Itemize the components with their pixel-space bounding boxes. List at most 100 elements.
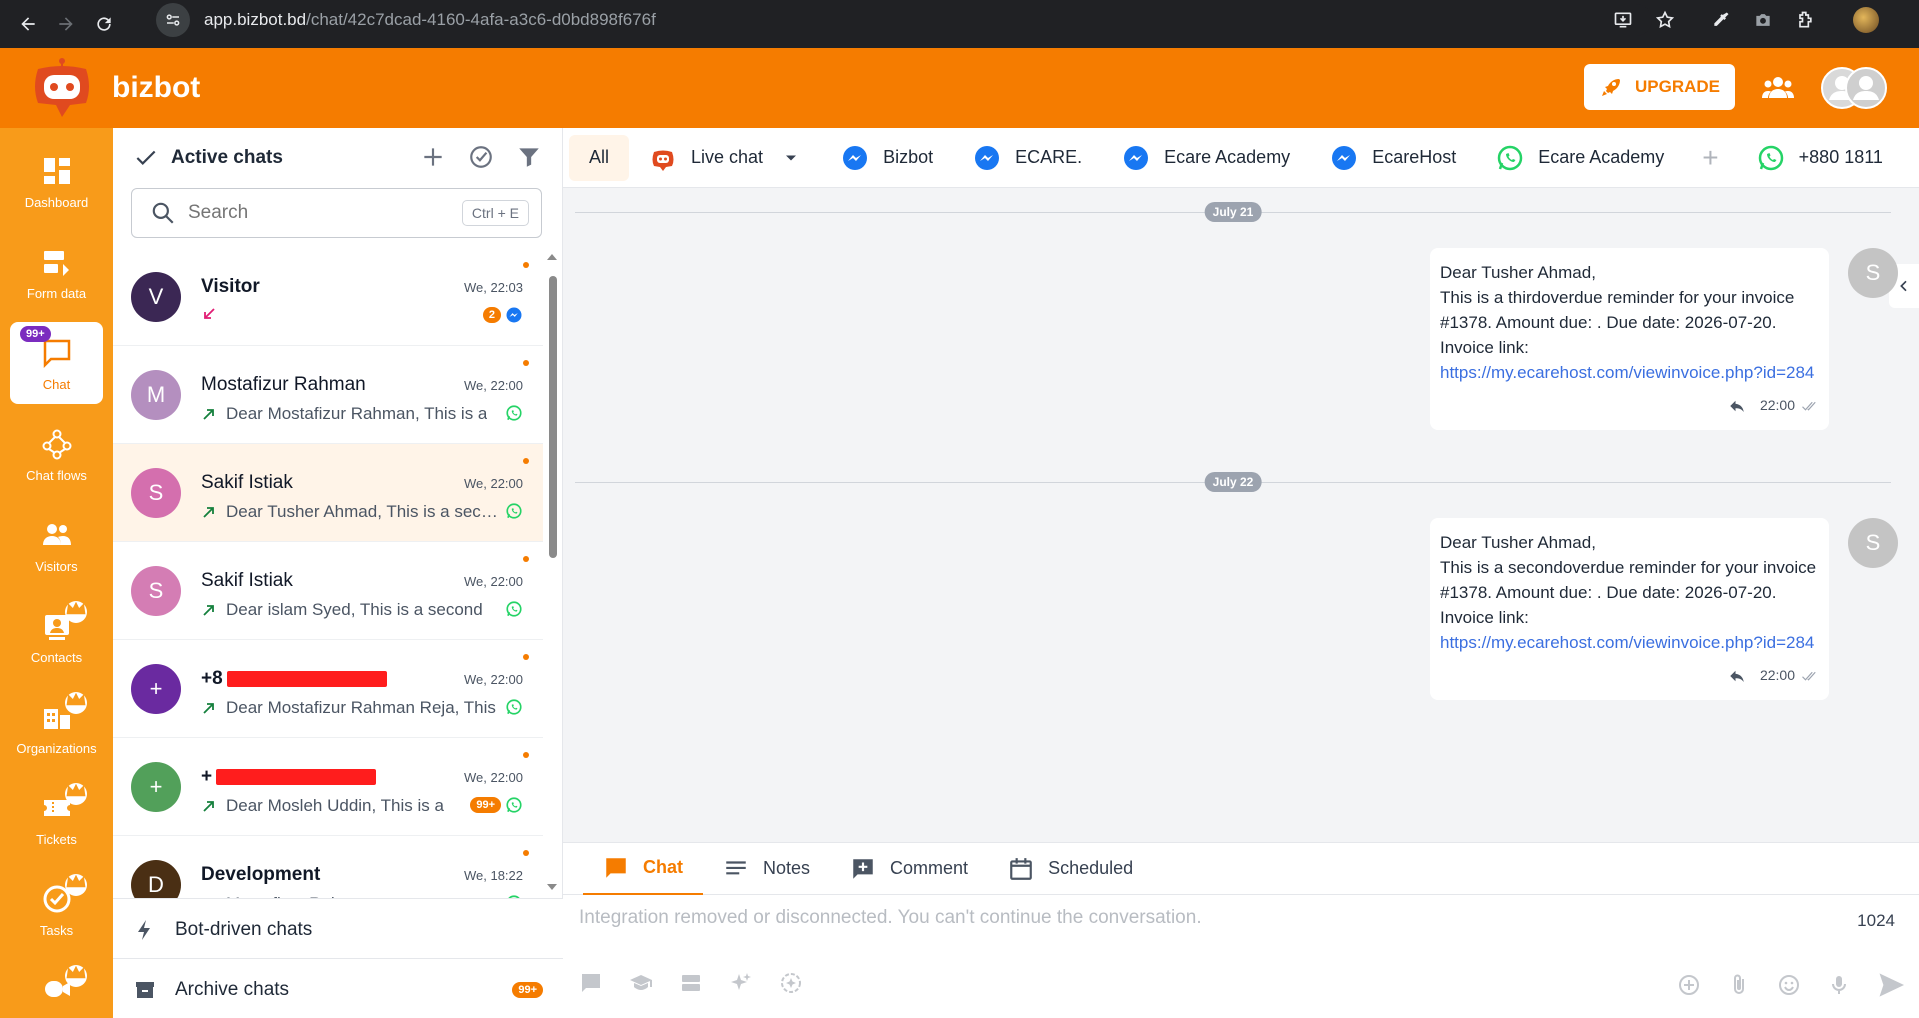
chat-preview: Dear islam Syed, This is a second xyxy=(201,600,501,620)
outgoing-arrow-icon xyxy=(203,409,214,420)
microphone-icon[interactable] xyxy=(1827,973,1851,997)
bookmark-star-icon[interactable] xyxy=(1655,10,1675,30)
ai-assist-icon[interactable] xyxy=(779,971,803,995)
tab-bizbot[interactable]: Bizbot xyxy=(821,135,953,181)
archive-chats-button[interactable]: Archive chats 99+ xyxy=(113,958,563,1018)
whatsapp-icon xyxy=(506,797,522,813)
tab-ecare[interactable]: ECARE. xyxy=(953,135,1102,181)
chat-row[interactable]: S Sakif Istiak We, 22:00 Dear Tusher Ahmad,… xyxy=(113,444,543,542)
account-avatar-icon[interactable] xyxy=(1820,66,1888,110)
chat-preview: Dear Mosleh Uddin, This is a xyxy=(201,796,501,816)
composer-tab-scheduled[interactable]: Scheduled xyxy=(988,843,1153,895)
search-input[interactable] xyxy=(188,202,448,224)
chat-row[interactable]: + +8 We, 22:00 Dear Mostafizur Rahman Reja,… xyxy=(113,640,543,738)
quick-reply-icon[interactable] xyxy=(579,971,603,995)
emoji-icon[interactable] xyxy=(1777,973,1801,997)
chat-row[interactable]: V Visitor We, 22:03 2 xyxy=(113,248,543,346)
chat-meta: 99+ xyxy=(470,796,523,814)
double-check-icon xyxy=(1802,671,1816,681)
date-pill: July 22 xyxy=(1204,472,1262,492)
composer-tab-chat[interactable]: Chat xyxy=(583,843,703,895)
add-circle-icon[interactable] xyxy=(1677,973,1701,997)
back-button[interactable] xyxy=(8,4,48,44)
message-body: This is a secondoverdue reminder for you… xyxy=(1440,558,1817,602)
nav-video[interactable] xyxy=(10,959,103,1018)
extensions-icon[interactable] xyxy=(1795,10,1815,30)
filter-icon[interactable] xyxy=(516,144,542,170)
whatsapp-icon xyxy=(506,699,522,715)
site-settings-icon[interactable] xyxy=(156,3,190,37)
forward-button[interactable] xyxy=(46,4,86,44)
mark-resolved-icon[interactable] xyxy=(468,144,494,170)
unread-dot xyxy=(523,850,529,856)
chat-time: We, 22:00 xyxy=(463,770,523,785)
chat-row[interactable]: M Mostafizur Rahman We, 22:00 Dear Mostafiz… xyxy=(113,346,543,444)
contact-name-text: + xyxy=(201,766,213,787)
contact-name: Sakif Istiak xyxy=(201,472,293,494)
contact-name: Sakif Istiak xyxy=(201,570,293,592)
nav-organizations[interactable]: Organizations xyxy=(10,686,103,768)
chat-rows: V Visitor We, 22:03 2 M Mostafizur Rahman We, … xyxy=(113,248,543,898)
browser-profile-avatar[interactable] xyxy=(1853,7,1879,33)
messenger-icon xyxy=(506,307,522,323)
reply-icon[interactable] xyxy=(1728,667,1746,685)
avatar-initial: + xyxy=(149,676,163,701)
send-icon[interactable] xyxy=(1877,971,1905,999)
chat-row[interactable]: + + We, 22:00 Dear Mosleh Uddin, This is a 9… xyxy=(113,738,543,836)
upgrade-button[interactable]: UPGRADE xyxy=(1584,64,1735,110)
address-bar[interactable]: app.bizbot.bd/chat/42c7dcad-4160-4afa-a3… xyxy=(152,3,1652,37)
nav-dashboard[interactable]: Dashboard xyxy=(10,140,103,222)
bot-driven-chats-button[interactable]: Bot-driven chats xyxy=(113,898,563,960)
ai-sparkle-icon[interactable] xyxy=(729,971,753,995)
incoming-arrow-icon xyxy=(204,308,215,319)
brand[interactable]: bizbot xyxy=(30,57,200,119)
tab-phone-whatsapp[interactable]: +880 1811 xyxy=(1737,135,1903,181)
invoice-link[interactable]: https://my.ecarehost.com/viewinvoice.php… xyxy=(1440,363,1814,382)
message-thread: July 21 Dear Tusher Ahmad, This is a thi… xyxy=(563,188,1919,842)
scroll-down-icon[interactable] xyxy=(545,882,559,892)
chat-time: We, 22:00 xyxy=(463,672,523,687)
tab-ecare-academy-whatsapp[interactable]: Ecare Academy xyxy=(1476,135,1684,181)
scrollbar-thumb[interactable] xyxy=(549,276,557,558)
reply-icon[interactable] xyxy=(1728,397,1746,415)
tab-all[interactable]: All xyxy=(569,134,630,181)
tab-ecarehost[interactable]: EcareHost xyxy=(1310,135,1476,181)
templates-icon[interactable] xyxy=(679,971,703,995)
chat-search-box[interactable]: Ctrl + E xyxy=(131,188,542,238)
add-channel-button[interactable]: + xyxy=(1684,142,1736,174)
chevron-down-icon[interactable] xyxy=(781,148,801,168)
nav-visitors[interactable]: Visitors xyxy=(10,504,103,586)
team-icon[interactable] xyxy=(1762,74,1794,102)
install-app-icon[interactable] xyxy=(1613,10,1633,30)
nav-tasks[interactable]: Tasks xyxy=(10,868,103,950)
chat-list-actions xyxy=(420,144,542,170)
eyedropper-icon[interactable] xyxy=(1711,10,1731,30)
invoice-link[interactable]: https://my.ecarehost.com/viewinvoice.php… xyxy=(1440,633,1814,652)
reload-button[interactable] xyxy=(84,4,124,44)
composer-tab-notes[interactable]: Notes xyxy=(703,843,830,895)
comment-add-icon xyxy=(853,858,873,879)
chat-row[interactable]: DDevelopmentWe, 18:22Mostafizur Rahman xyxy=(113,836,543,898)
nav-chat-flows[interactable]: Chat flows xyxy=(10,413,103,495)
arrow-right-icon xyxy=(59,17,73,31)
avatar-initial: D xyxy=(148,872,164,897)
conversation-pane: All Live chat Bizbot ECARE. Ecare Academ… xyxy=(563,128,1919,1018)
notes-lines-icon xyxy=(726,860,746,874)
nav-form-data[interactable]: Form data xyxy=(10,231,103,313)
add-chat-icon[interactable] xyxy=(420,144,446,170)
chat-row[interactable]: S Sakif Istiak We, 22:00 Dear islam Syed, T… xyxy=(113,542,543,640)
camera-icon[interactable] xyxy=(1753,10,1773,30)
attachment-icon[interactable] xyxy=(1727,973,1751,997)
scroll-up-icon[interactable] xyxy=(545,252,559,262)
nav-chat[interactable]: 99+ Chat xyxy=(10,322,103,404)
nav-contacts[interactable]: Contacts xyxy=(10,595,103,677)
tab-ecare-academy-messenger[interactable]: Ecare Academy xyxy=(1102,135,1310,181)
app-header: bizbot UPGRADE xyxy=(0,48,1919,128)
knowledge-cap-icon[interactable] xyxy=(629,971,653,995)
unread-dot xyxy=(523,458,529,464)
composer-tab-comment[interactable]: Comment xyxy=(830,843,988,895)
chat-preview-text: Dear Mosleh Uddin, This is a xyxy=(226,796,444,815)
chat-preview-text: Dear Tusher Ahmad, This is a second xyxy=(226,502,501,521)
nav-tickets[interactable]: Tickets xyxy=(10,777,103,859)
tab-live-chat[interactable]: Live chat xyxy=(629,135,821,181)
